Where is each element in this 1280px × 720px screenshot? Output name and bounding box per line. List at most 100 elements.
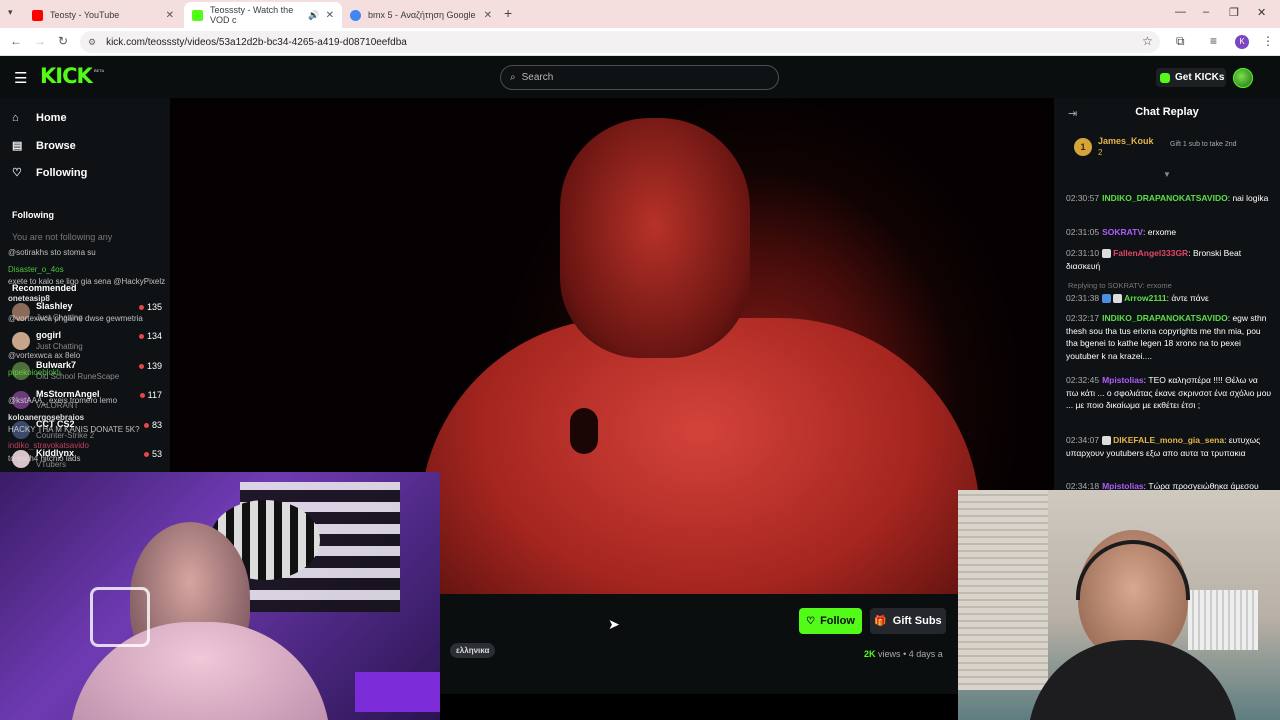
- close-tab-icon[interactable]: ✕: [166, 10, 174, 21]
- streamer-webcam-right: [958, 490, 1280, 720]
- message-time: 02:34:18: [1066, 481, 1100, 490]
- search-placeholder: Search: [521, 72, 554, 83]
- views-label: views: [878, 649, 901, 659]
- get-kicks-button[interactable]: Get KICKs: [1156, 68, 1226, 87]
- gift-leaderboard: 1 James_Kouk 2 Gift 1 sub to take 2nd: [1074, 134, 1274, 164]
- nav-home[interactable]: ⌂ Home: [12, 112, 67, 124]
- back-icon[interactable]: ←: [10, 34, 22, 48]
- browser-toolbar: ← → ↻ ⚙ kick.com/teosssty/videos/53a12d2…: [0, 28, 1280, 56]
- message-user[interactable]: INDIKO_DRAPANOKATSAVIDO: [1102, 313, 1228, 323]
- channel-name: gogirl: [36, 330, 61, 340]
- viewer-count: 83: [144, 420, 162, 430]
- message-text: erxome: [1147, 227, 1177, 237]
- video-subject-head: [560, 118, 750, 358]
- tab-search-icon[interactable]: ▾: [8, 7, 13, 18]
- search-input[interactable]: ⌕ Search: [500, 65, 779, 90]
- expand-chevron-icon[interactable]: ▼: [1054, 170, 1280, 179]
- overlay-chat-text: exete to kalo se ligo gia sena @HackyPix…: [8, 277, 166, 286]
- close-tab-icon[interactable]: ✕: [326, 10, 334, 21]
- heart-icon: ♡: [12, 167, 22, 179]
- overlay-chat-text: HACKY THA M KANIS DONATE 5K?: [8, 425, 140, 434]
- chat-message: 02:32:45 Mpistolias: ΤΕΟ καλησπέρα !!!! Θ…: [1066, 375, 1272, 410]
- kick-logo[interactable]: KICK: [40, 64, 93, 88]
- user-badge-icon: [1113, 294, 1123, 304]
- address-bar[interactable]: ⚙ kick.com/teosssty/videos/53a12d2b-bc34…: [80, 31, 1160, 53]
- tab-title: bmx 5 - Αναζήτηση Google: [368, 10, 476, 20]
- media-control-icon[interactable]: ≡: [1210, 34, 1217, 48]
- message-user[interactable]: FallenAngel333GR: [1113, 248, 1188, 258]
- follow-button[interactable]: ♡ Follow: [799, 608, 862, 634]
- get-kicks-label: Get KICKs: [1175, 72, 1225, 83]
- speaker-icon[interactable]: 🔊: [308, 10, 319, 21]
- browser-tab-bar: ▾ Teosty - YouTube ✕ Teosssty - Watch th…: [0, 0, 1280, 28]
- message-time: 02:31:10: [1066, 248, 1100, 258]
- rank-badge: 1: [1074, 138, 1092, 156]
- tab-title: Teosssty - Watch the VOD c: [210, 5, 294, 25]
- reply-reference[interactable]: Replying to SOKRATV: erxome: [1068, 281, 1172, 290]
- extensions-icon[interactable]: ⧉: [1176, 34, 1185, 49]
- message-user[interactable]: Arrow2111: [1124, 293, 1167, 303]
- overlay-chat-text: @kstAAA_ exeis tromero lemo: [8, 396, 118, 405]
- message-user[interactable]: INDIKO_DRAPANOKATSAVIDO: [1102, 193, 1228, 203]
- purple-light: [355, 672, 440, 712]
- user-badge-icon: [1102, 294, 1112, 304]
- google-favicon-icon: [350, 9, 361, 21]
- minimize-window-icon[interactable]: –: [1203, 6, 1209, 18]
- lapel-microphone: [570, 408, 598, 454]
- chat-message: 02:34:07 DIKEFALE_mono_gia_sena: ευτυχως …: [1066, 435, 1261, 458]
- viewer-count: 135: [139, 302, 162, 312]
- browser-tab-google[interactable]: bmx 5 - Αναζήτηση Google ✕: [342, 3, 500, 27]
- overlay-chat-user: koloanergosebraios: [8, 413, 85, 422]
- viewer-count: 117: [140, 390, 162, 400]
- nav-following-label: Following: [36, 166, 88, 179]
- reload-icon[interactable]: ↻: [58, 34, 68, 48]
- message-user[interactable]: Mpistolias: [1102, 375, 1144, 385]
- bookmark-star-icon[interactable]: ☆: [1142, 34, 1153, 48]
- top-gifter-name[interactable]: James_Kouk: [1098, 136, 1154, 146]
- nav-following[interactable]: ♡ Following: [12, 166, 88, 180]
- new-tab-icon[interactable]: +: [504, 5, 512, 21]
- overlay-logo: [90, 587, 150, 647]
- browser-tab-kick[interactable]: Teosssty - Watch the VOD c 🔊 ✕: [184, 2, 342, 28]
- nav-home-label: Home: [36, 112, 67, 124]
- message-user[interactable]: SOKRATV: [1102, 227, 1143, 237]
- message-user[interactable]: Mpistolias: [1102, 481, 1144, 490]
- browser-tab-youtube[interactable]: Teosty - YouTube ✕: [24, 3, 182, 27]
- overlay-chat-user: Disaster_o_4os: [8, 265, 64, 274]
- more-menu-icon[interactable]: ⋮: [1262, 34, 1274, 48]
- forward-icon[interactable]: →: [34, 34, 46, 48]
- gift-subs-label: Gift Subs: [892, 615, 942, 627]
- gift-prompt[interactable]: Gift 1 sub to take 2nd: [1170, 140, 1262, 149]
- chat-message: 02:30:57 INDIKO_DRAPANOKATSAVIDO: nai log…: [1066, 193, 1269, 203]
- site-header: ☰ KICK BETA ⌕ Search Get KICKs: [0, 56, 1280, 98]
- browse-icon: ▤: [12, 140, 23, 152]
- window-blinds: [958, 490, 1048, 690]
- hamburger-menu-icon[interactable]: ☰: [14, 69, 27, 87]
- close-tab-icon[interactable]: ✕: [484, 10, 492, 21]
- minimize-icon[interactable]: —: [1175, 6, 1186, 18]
- message-text: nai logika: [1232, 193, 1269, 203]
- nav-browse[interactable]: ▤ Browse: [12, 139, 76, 153]
- user-avatar[interactable]: [1233, 68, 1253, 88]
- gift-subs-button[interactable]: 🎁 Gift Subs: [870, 608, 946, 634]
- user-badge-icon: [1102, 436, 1112, 446]
- bottom-strip: [440, 694, 958, 720]
- profile-avatar[interactable]: K: [1235, 35, 1249, 49]
- message-time: 02:32:17: [1066, 313, 1100, 323]
- message-time: 02:34:07: [1066, 435, 1100, 445]
- channel-avatar: [12, 332, 30, 350]
- home-icon: ⌂: [12, 112, 19, 124]
- site-info-icon[interactable]: ⚙: [88, 37, 96, 48]
- message-user[interactable]: DIKEFALE_mono_gia_sena: [1113, 435, 1224, 445]
- gift-icon: 🎁: [874, 615, 887, 627]
- maximize-icon[interactable]: ❐: [1229, 6, 1239, 19]
- chat-message: 02:31:10 FallenAngel333GR: Bronski Beat δ…: [1066, 248, 1242, 271]
- language-tag[interactable]: ελληνικα: [450, 643, 496, 658]
- sidebar: ⌂ Home ▤ Browse ♡ Following Following Yo…: [0, 98, 170, 472]
- close-window-icon[interactable]: ✕: [1257, 6, 1266, 19]
- kicks-icon: [1160, 72, 1170, 83]
- message-time: 02:31:05: [1066, 227, 1100, 237]
- overlay-chat-text: @vortexwca ax 8elo: [8, 351, 81, 360]
- views-count: 2K: [864, 649, 876, 659]
- message-text: Τώρα προσγειώθηκα άμεσου: [1148, 481, 1259, 490]
